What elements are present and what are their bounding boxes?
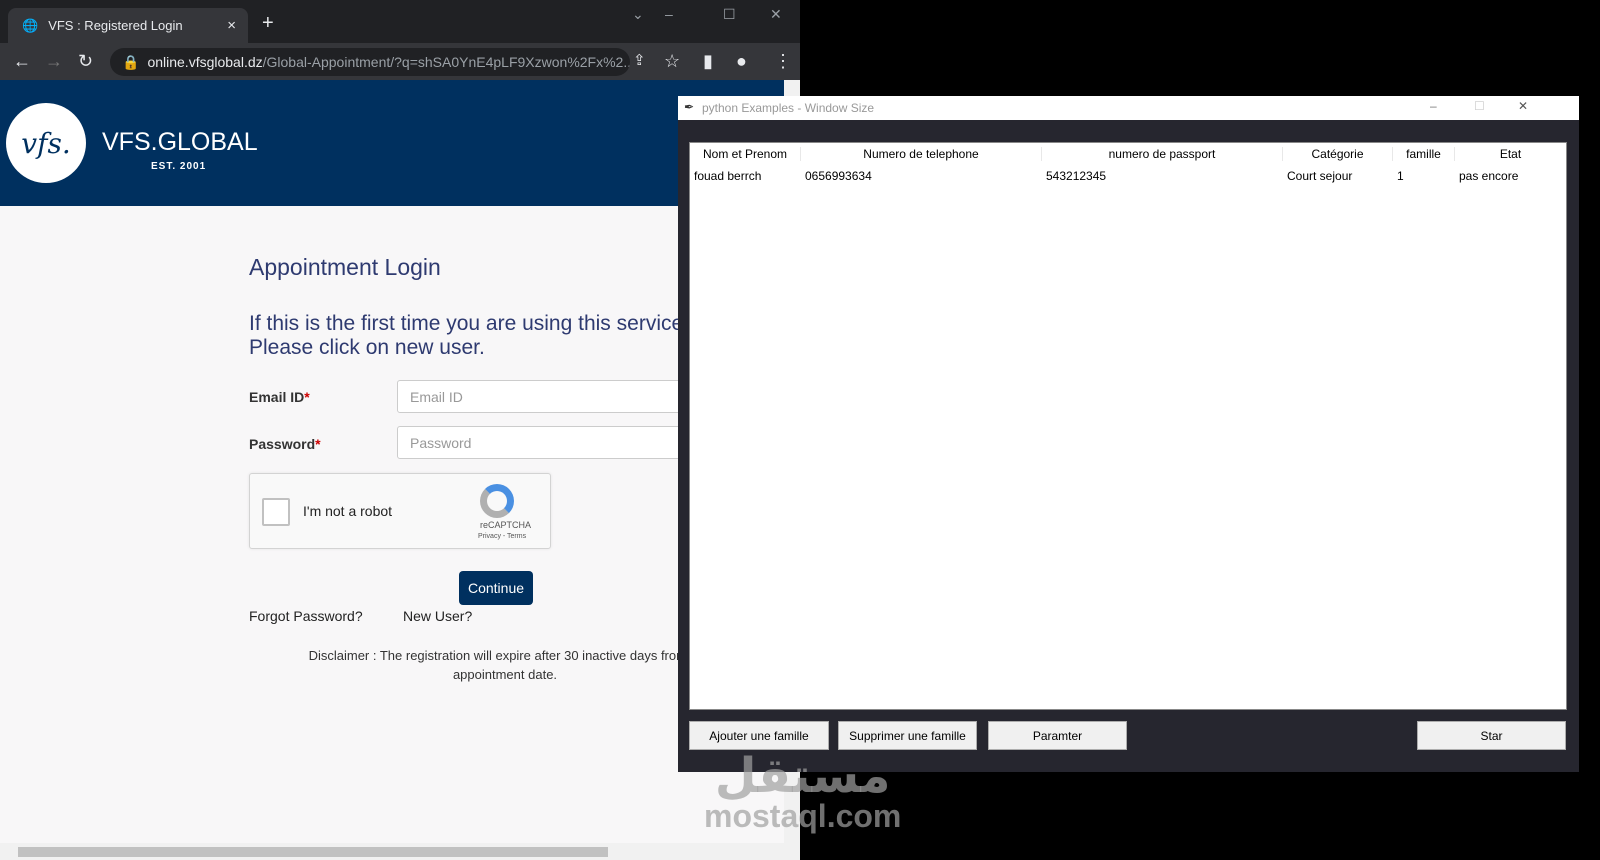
delete-family-button[interactable]: Supprimer une famille <box>838 721 977 750</box>
address-bar[interactable]: 🔒 online.vfsglobal.dz/Global-Appointment… <box>110 48 630 76</box>
maximize-icon[interactable]: ☐ <box>1474 99 1485 113</box>
cell-phone: 0656993634 <box>805 169 872 183</box>
minimize-icon[interactable]: – <box>665 6 673 22</box>
lock-icon: 🔒 <box>122 53 140 70</box>
start-button[interactable]: Star <box>1417 721 1566 750</box>
feather-icon: ✒ <box>684 100 695 114</box>
recaptcha-links[interactable]: Privacy - Terms <box>478 533 526 540</box>
forward-icon[interactable]: → <box>45 51 63 72</box>
disclaimer: Disclaimer : The registration will expir… <box>260 646 750 684</box>
url-path: /Global-Appointment/?q=shSA0YnE4pLF9Xzwo… <box>262 54 630 70</box>
tab-close-icon[interactable]: × <box>227 17 236 34</box>
email-label: Email ID* <box>249 389 310 405</box>
close-icon[interactable]: ✕ <box>1518 99 1528 113</box>
watermark-latin: mostaql.com <box>704 798 902 834</box>
scroll-thumb[interactable] <box>18 847 608 857</box>
captcha-label: I'm not a robot <box>303 503 393 519</box>
table-row[interactable]: fouad berrch 0656993634 543212345 Court … <box>690 165 1566 187</box>
recaptcha-icon <box>480 484 514 518</box>
horizontal-scrollbar[interactable] <box>0 843 784 860</box>
side-panel-icon[interactable]: ▮ <box>703 51 713 72</box>
cell-name: fouad berrch <box>694 169 762 183</box>
minimize-icon[interactable]: – <box>1430 99 1437 113</box>
tab-vfs-login[interactable]: 🌐 VFS : Registered Login × <box>8 8 248 43</box>
column-header[interactable]: Numero de telephone <box>801 147 1042 161</box>
globe-icon: 🌐 <box>22 17 39 33</box>
add-family-button[interactable]: Ajouter une famille <box>689 721 829 750</box>
cell-passport: 543212345 <box>1046 169 1107 183</box>
settings-button[interactable]: Paramter <box>988 721 1127 750</box>
menu-icon[interactable]: ⋮ <box>774 51 792 72</box>
table-header: Nom et Prenom Numero de telephone numero… <box>690 143 1566 165</box>
app-title: python Examples - Window Size <box>702 101 875 115</box>
new-tab-button[interactable]: + <box>262 12 274 35</box>
continue-button[interactable]: Continue <box>459 571 533 605</box>
brand-name: VFS.GLOBAL <box>102 128 258 156</box>
email-field[interactable]: Email ID <box>397 380 697 413</box>
cell-family: 1 <box>1397 169 1404 183</box>
app-title-bar: ✒ python Examples - Window Size – ☐ ✕ <box>678 96 1579 120</box>
captcha-checkbox[interactable] <box>262 498 290 526</box>
page-title: Appointment Login <box>249 254 441 280</box>
watermark: مستقل mostaql.com <box>704 752 901 832</box>
brand-est: EST. 2001 <box>151 161 207 172</box>
tab-search-icon[interactable]: ⌄ <box>632 6 644 23</box>
password-label: Password* <box>249 436 321 452</box>
toolbar: ← → ↻ 🔒 online.vfsglobal.dz/Global-Appoi… <box>0 43 800 80</box>
column-header[interactable]: famille <box>1393 147 1455 161</box>
vfs-logo[interactable]: vfs. <box>6 103 86 183</box>
share-icon[interactable]: ⇪ <box>633 51 646 69</box>
column-header[interactable]: numero de passport <box>1042 147 1283 161</box>
back-icon[interactable]: ← <box>13 51 31 72</box>
cell-status: pas encore <box>1459 169 1519 183</box>
url-domain: online.vfsglobal.dz <box>147 54 263 70</box>
disclaimer-line-1: Disclaimer : The registration will expir… <box>308 648 702 663</box>
cell-category: Court sejour <box>1287 169 1353 183</box>
tab-bar: 🌐 VFS : Registered Login × + ⌄ – ☐ ✕ <box>0 0 800 43</box>
watermark-arabic: مستقل <box>714 748 891 804</box>
forgot-password-link[interactable]: Forgot Password? <box>249 608 363 624</box>
new-user-link[interactable]: New User? <box>403 608 472 624</box>
python-app-window: ✒ python Examples - Window Size – ☐ ✕ No… <box>678 96 1579 772</box>
column-header[interactable]: Nom et Prenom <box>690 147 801 161</box>
recaptcha-brand: reCAPTCHA <box>480 520 532 530</box>
maximize-icon[interactable]: ☐ <box>723 6 736 23</box>
star-icon[interactable]: ☆ <box>664 51 680 72</box>
intro-line-1: If this is the first time you are using … <box>249 312 684 335</box>
recaptcha-widget: I'm not a robot reCAPTCHA Privacy - Term… <box>249 473 551 549</box>
reload-icon[interactable]: ↻ <box>78 51 93 72</box>
close-icon[interactable]: ✕ <box>770 6 782 23</box>
tab-title: VFS : Registered Login <box>48 18 183 33</box>
disclaimer-line-2: appointment date. <box>452 667 558 682</box>
password-field[interactable]: Password <box>397 426 697 459</box>
profile-icon[interactable]: ● <box>736 51 747 72</box>
families-table: Nom et Prenom Numero de telephone numero… <box>689 142 1567 710</box>
intro-line-2: Please click on new user. <box>249 336 485 359</box>
column-header[interactable]: Etat <box>1455 147 1566 161</box>
column-header[interactable]: Catégorie <box>1283 147 1393 161</box>
